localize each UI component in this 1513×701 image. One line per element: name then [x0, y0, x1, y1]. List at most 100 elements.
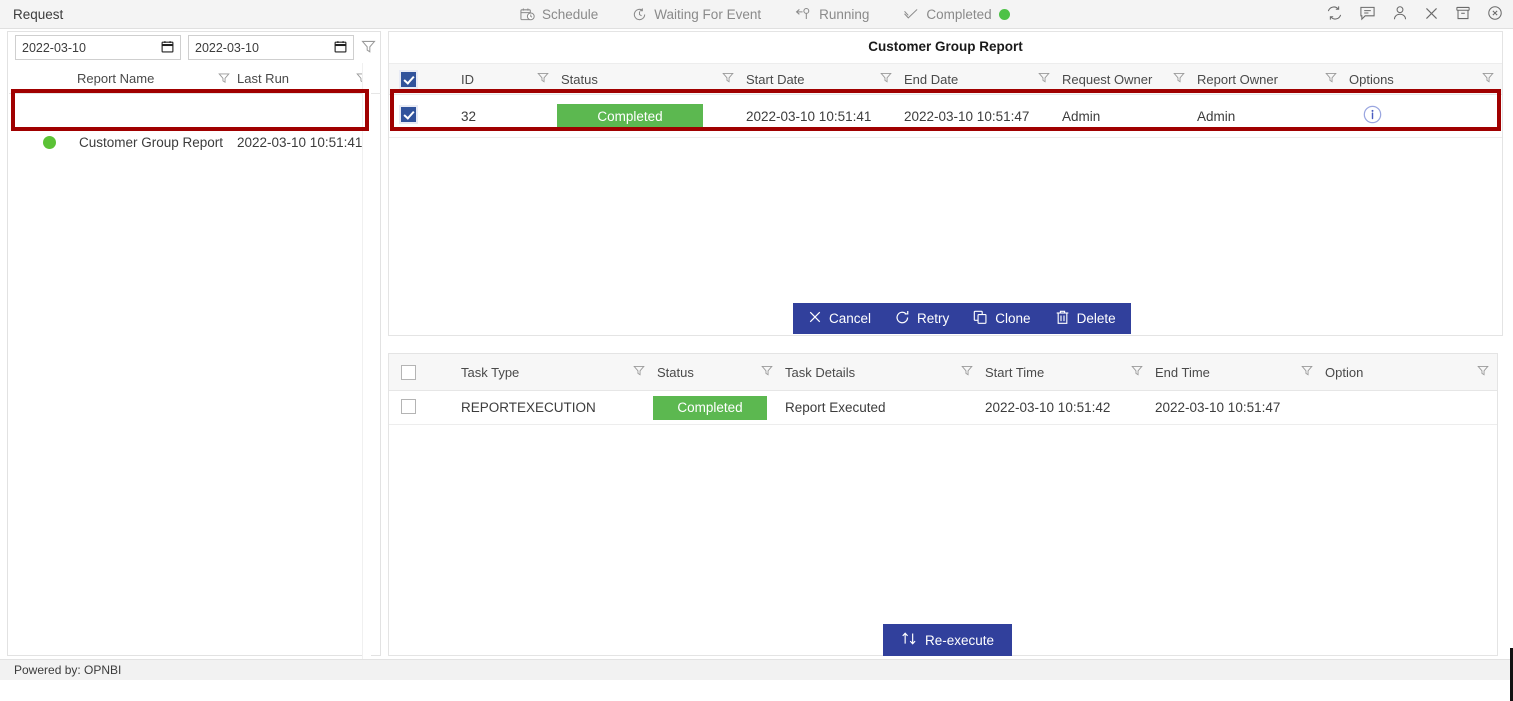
column-label: End Date	[904, 71, 959, 87]
check-icon	[903, 7, 919, 22]
last-run-cell: 2022-03-10 10:51:41	[237, 134, 363, 150]
funnel-icon[interactable]	[218, 72, 230, 87]
date-to-input[interactable]: 2022-03-10	[188, 35, 354, 60]
task-type-value: REPORTEXECUTION	[461, 400, 596, 415]
funnel-icon[interactable]	[1325, 72, 1337, 87]
cell-report-owner: Admin	[1193, 94, 1345, 138]
re-execute-button[interactable]: Re-execute	[883, 624, 1013, 656]
select-all-checkbox[interactable]	[401, 71, 416, 87]
running-arrow-icon	[795, 7, 812, 22]
re-execute-label: Re-execute	[925, 632, 995, 648]
column-header-status: Status	[653, 354, 781, 391]
status-tab-completed[interactable]: Completed	[903, 7, 1010, 22]
funnel-icon[interactable]	[1173, 72, 1185, 87]
status-badge: Completed	[557, 103, 703, 129]
status-tab-running[interactable]: Running	[795, 7, 869, 22]
column-label: Start Date	[746, 71, 805, 87]
row-checkbox[interactable]	[401, 398, 416, 414]
column-label: Options	[1349, 71, 1394, 87]
clone-button[interactable]: Clone	[973, 310, 1031, 328]
swap-vertical-icon	[901, 631, 917, 649]
calendar-icon[interactable]	[334, 40, 347, 56]
column-header-start-date: Start Date	[742, 63, 900, 95]
user-icon[interactable]	[1392, 5, 1408, 24]
column-header-request-owner: Request Owner	[1058, 63, 1193, 95]
page-title: Request	[13, 7, 64, 22]
id-value: 32	[461, 108, 477, 124]
column-label: Request Owner	[1062, 71, 1153, 87]
cell-task-details: Report Executed	[781, 390, 981, 425]
start-date-value: 2022-03-10 10:51:41	[746, 108, 872, 124]
status-tab-label: Completed	[926, 7, 992, 22]
column-header-id: ID	[457, 63, 557, 95]
requests-table: ID Status Start Date End Date Request Ow…	[389, 63, 1502, 138]
status-badge: Completed	[653, 395, 767, 420]
status-tab-label: Running	[819, 7, 870, 22]
row-select-cell	[389, 94, 457, 138]
column-header-task-type: Task Type	[457, 354, 653, 391]
funnel-icon[interactable]	[761, 365, 773, 380]
date-from-input[interactable]: 2022-03-10	[15, 35, 181, 60]
comment-icon[interactable]	[1359, 5, 1376, 24]
table-header-row: Task Type Status Task Details Start Time…	[389, 354, 1497, 391]
table-row[interactable]: 32 Completed 2022-03-10 10:51:41 2022-03…	[389, 94, 1502, 138]
retry-button[interactable]: Retry	[895, 310, 949, 328]
column-header-start-time: Start Time	[981, 354, 1151, 391]
funnel-icon[interactable]	[1482, 72, 1494, 87]
status-tab-schedule[interactable]: Schedule	[520, 7, 598, 22]
column-header-last-run: Last Run	[237, 71, 290, 86]
report-owner-value: Admin	[1197, 108, 1236, 124]
cell-request-owner: Admin	[1058, 94, 1193, 138]
end-date-value: 2022-03-10 10:51:47	[904, 108, 1030, 124]
task-detail-panel: Task Type Status Task Details Start Time…	[388, 353, 1498, 656]
column-header-task-details: Task Details	[781, 354, 981, 391]
column-header-option: Option	[1321, 354, 1497, 391]
cell-status: Completed	[557, 94, 742, 138]
refresh-icon[interactable]	[1326, 5, 1343, 24]
funnel-icon[interactable]	[537, 72, 549, 87]
funnel-icon[interactable]	[1301, 365, 1313, 380]
close-icon[interactable]	[1424, 6, 1439, 24]
left-panel-scrollbar[interactable]	[362, 63, 371, 688]
row-checkbox[interactable]	[401, 107, 416, 122]
completed-status-dot	[998, 9, 1010, 20]
funnel-icon[interactable]	[722, 72, 734, 87]
application-window: Request Schedule Waiting For Event Runni…	[0, 0, 1513, 701]
info-circle-icon[interactable]	[1345, 105, 1502, 127]
calendar-icon[interactable]	[161, 40, 174, 56]
column-header-options: Options	[1345, 63, 1502, 95]
list-item[interactable]: Customer Group Report 2022-03-10 10:51:4…	[22, 124, 374, 160]
archive-icon[interactable]	[1455, 5, 1471, 24]
funnel-icon[interactable]	[880, 72, 892, 87]
funnel-icon[interactable]	[1131, 365, 1143, 380]
table-row[interactable]: REPORTEXECUTION Completed Report Execute…	[389, 390, 1497, 425]
top-toolbar: Request Schedule Waiting For Event Runni…	[0, 0, 1513, 29]
column-header-report-name: Report Name	[77, 71, 155, 86]
request-action-bar: Cancel Retry Clone Delete	[793, 303, 1131, 334]
end-time-value: 2022-03-10 10:51:47	[1155, 400, 1281, 415]
date-from-value: 2022-03-10	[22, 40, 86, 55]
funnel-icon[interactable]	[1038, 72, 1050, 87]
funnel-icon[interactable]	[961, 365, 973, 380]
cell-status: Completed	[653, 390, 781, 425]
column-header-end-date: End Date	[900, 63, 1058, 95]
window-control-icons	[1326, 0, 1503, 29]
cancel-button[interactable]: Cancel	[808, 310, 871, 327]
status-filter-tabs: Schedule Waiting For Event Running Compl…	[520, 0, 1010, 29]
column-label: Status	[657, 364, 694, 380]
cell-options	[1345, 94, 1502, 138]
circle-close-icon[interactable]	[1487, 5, 1503, 24]
trash-icon	[1055, 310, 1070, 328]
status-tab-waiting-for-event[interactable]: Waiting For Event	[632, 7, 761, 22]
select-all-checkbox[interactable]	[401, 364, 416, 380]
cell-end-date: 2022-03-10 10:51:47	[900, 94, 1058, 138]
funnel-icon[interactable]	[633, 365, 645, 380]
status-tab-label: Schedule	[542, 7, 599, 22]
apply-filter-icon[interactable]	[361, 39, 376, 57]
report-name-cell: Customer Group Report	[79, 134, 224, 150]
funnel-icon[interactable]	[1477, 365, 1489, 380]
delete-button[interactable]: Delete	[1055, 310, 1116, 328]
tasks-table: Task Type Status Task Details Start Time…	[389, 354, 1497, 425]
action-label: Cancel	[829, 311, 872, 326]
cell-start-date: 2022-03-10 10:51:41	[742, 94, 900, 138]
